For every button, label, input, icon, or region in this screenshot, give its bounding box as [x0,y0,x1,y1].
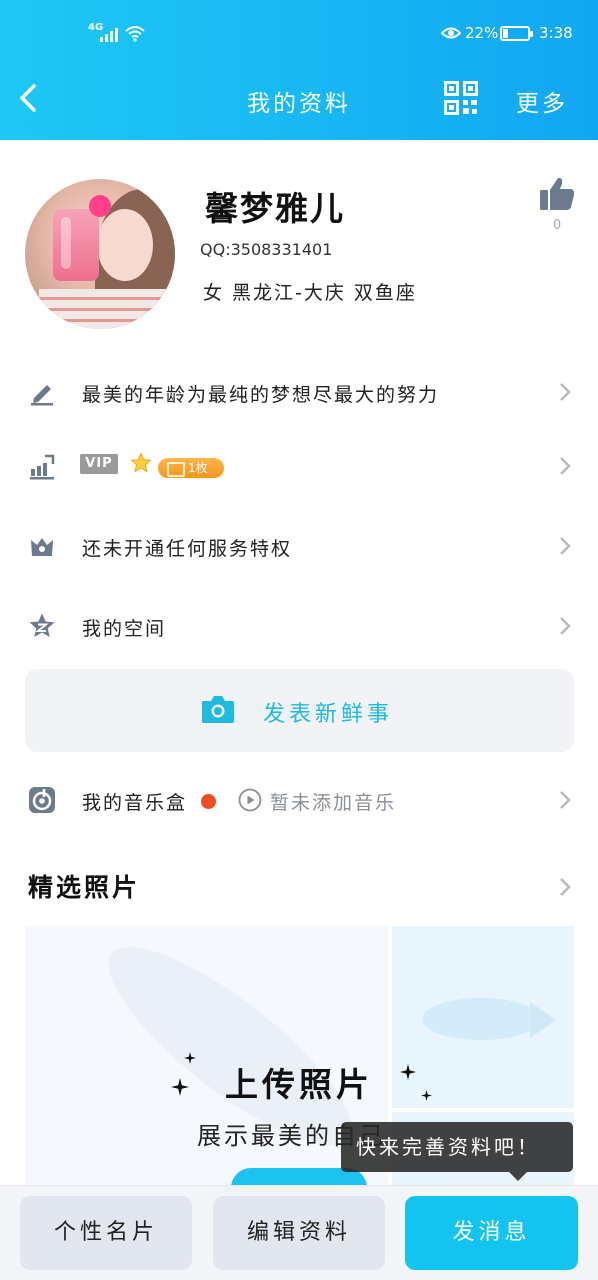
vip-badge: VIP [80,454,118,474]
avatar[interactable] [25,179,175,329]
signal-icon [100,26,118,42]
complete-profile-tooltip: 快来完善资料吧！ [341,1122,573,1181]
status-bar: 4G 22% 3:38 [0,18,598,50]
qq-number: QQ:3508331401 [200,240,333,259]
music-box-label: 我的音乐盒 [82,792,188,814]
coin-badge: 1枚 [158,458,224,478]
sparkle-icon [171,1078,189,1096]
wifi-icon [125,26,145,42]
qzone-star-icon [29,613,55,637]
post-news-label: 发表新鲜事 [263,702,394,727]
qzone-row[interactable]: 我的空间 [0,596,598,656]
play-circle-icon[interactable] [238,788,262,812]
sparkle-icon [400,1064,416,1080]
privilege-row[interactable]: 还未开通任何服务特权 [0,516,598,576]
post-news-button[interactable]: 发表新鲜事 [25,669,574,752]
music-row[interactable]: 我的音乐盒 暂未添加音乐 [0,770,598,830]
signature-row[interactable]: 最美的年龄为最纯的梦想尽最大的努力 [0,362,598,422]
chevron-right-icon [560,457,571,475]
chevron-right-icon [560,537,571,555]
sparkle-icon [421,1090,432,1101]
edit-profile-button[interactable]: 编辑资料 [213,1196,385,1270]
star-icon [130,452,152,473]
send-message-button[interactable]: 发消息 [405,1196,578,1270]
level-row[interactable]: VIP 1枚 [0,436,598,496]
new-indicator-dot [201,794,216,809]
privilege-text: 还未开通任何服务特权 [82,538,293,560]
chevron-right-icon[interactable] [558,876,572,898]
qr-code-icon[interactable] [444,81,478,115]
level-chart-icon [30,454,55,480]
more-button[interactable]: 更多 [516,84,568,118]
top-header: 4G 22% 3:38 我的资料 更多 [0,0,598,140]
battery-percent: 22% [465,24,499,42]
battery-icon [500,26,533,41]
photo-placeholder-side[interactable] [392,926,574,1108]
music-status: 暂未添加音乐 [270,792,397,814]
signature-text: 最美的年龄为最纯的梦想尽最大的努力 [82,384,440,406]
qzone-text: 我的空间 [82,618,167,640]
page-title: 我的资料 [247,91,351,117]
chevron-right-icon [560,383,571,401]
eye-comfort-icon [441,27,461,39]
thumbs-up-icon[interactable] [538,175,576,213]
nickname: 馨梦雅儿 [205,189,345,228]
fish-illustration [422,998,540,1040]
clock: 3:38 [539,24,573,42]
chevron-right-icon [560,617,571,635]
music-box-icon [29,787,55,813]
crown-icon [31,538,53,556]
upload-photo-title: 上传照片 [225,1065,373,1104]
personal-card-button[interactable]: 个性名片 [20,1196,192,1270]
bottom-action-bar: 个性名片 编辑资料 发消息 [0,1185,598,1280]
edit-pencil-icon [31,385,53,406]
sparkle-icon [184,1052,196,1064]
chevron-right-icon [560,791,571,809]
like-count: 0 [552,218,562,233]
camera-icon [202,696,234,723]
profile-info: 女 黑龙江-大庆 双鱼座 [203,282,417,304]
featured-photos-title: 精选照片 [28,873,141,902]
